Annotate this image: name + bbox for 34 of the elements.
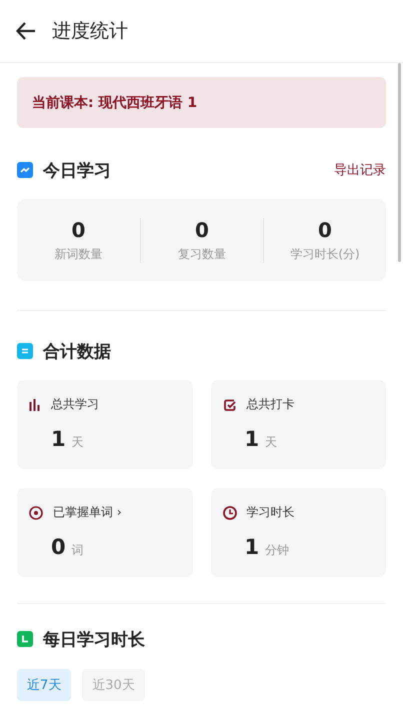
chart-icon [17, 162, 33, 178]
stat-value: 0 [51, 535, 66, 559]
clock-icon [222, 506, 236, 520]
stat-value: 0 [318, 218, 332, 242]
stat-value: 0 [72, 218, 86, 242]
back-arrow-icon[interactable] [16, 22, 36, 40]
stat-value: 1 [51, 427, 66, 451]
stat-unit: 天 [72, 434, 84, 451]
scrollbar[interactable] [398, 63, 401, 262]
stat-unit: 天 [265, 434, 278, 451]
stat-value: 1 [244, 427, 260, 451]
page-title: 进度统计 [52, 19, 128, 44]
stat-unit: 分钟 [265, 542, 290, 559]
stat-label: 总共打卡 [246, 396, 294, 413]
section-title: 每日学习时长 [43, 628, 146, 650]
stat-unit: 词 [72, 542, 84, 559]
target-icon [29, 506, 43, 520]
export-records-link[interactable]: 导出记录 [334, 161, 386, 179]
checkbox-icon [222, 398, 236, 412]
stat-value: 0 [195, 218, 209, 242]
current-textbook-banner: 当前课本: 现代西班牙语 1 [17, 77, 386, 128]
stat-label: 学习时长 [246, 504, 294, 521]
stat-label: 总共学习 [51, 396, 99, 413]
total-stat-card[interactable]: 已掌握单词 › 0 词 [17, 488, 192, 577]
stat-value: 1 [244, 535, 260, 559]
stat-label: 学习时长(分) [290, 246, 360, 262]
stat-label: 复习数量 [178, 246, 226, 262]
stat-label: 已掌握单词 › [53, 504, 122, 521]
section-title: 今日学习 [43, 160, 112, 182]
clock-icon [17, 631, 33, 647]
stat-label: 新词数量 [54, 246, 102, 262]
bar-chart-icon [29, 398, 41, 410]
document-icon [17, 343, 33, 359]
section-title: 合计数据 [43, 340, 112, 362]
